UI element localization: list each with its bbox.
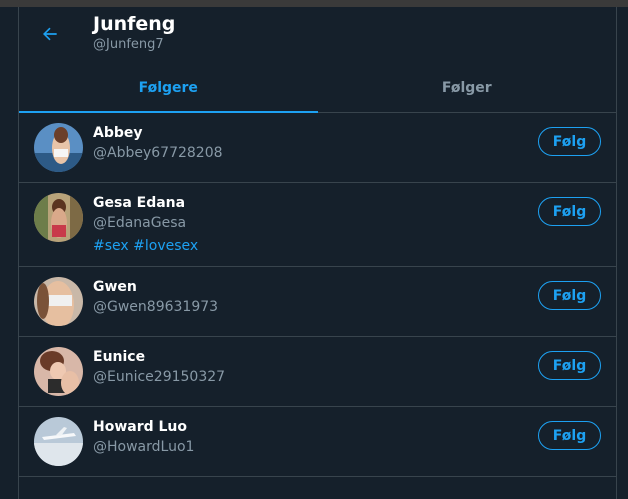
user-bio: #sex #lovesex xyxy=(93,237,198,255)
follow-button[interactable]: Følg xyxy=(538,421,601,450)
avatar[interactable] xyxy=(34,193,83,242)
follow-button[interactable]: Følg xyxy=(538,127,601,156)
hashtag-link[interactable]: #lovesex xyxy=(133,238,198,254)
profile-name: Junfeng xyxy=(93,13,176,35)
avatar[interactable] xyxy=(34,347,83,396)
avatar[interactable] xyxy=(34,277,83,326)
list-item[interactable]: Abbey @Abbey67728208 Følg xyxy=(19,113,616,183)
user-handle: @Eunice29150327 xyxy=(93,369,226,385)
list-item[interactable]: Gwen @Gwen89631973 Følg xyxy=(19,267,616,337)
back-button[interactable] xyxy=(33,17,67,51)
user-handle: @Abbey67728208 xyxy=(93,145,223,161)
user-list: Abbey @Abbey67728208 Følg Gesa Edana @Ed… xyxy=(19,113,616,477)
list-item[interactable]: Howard Luo @HowardLuo1 Følg xyxy=(19,407,616,477)
user-name: Eunice xyxy=(93,349,146,365)
user-handle: @HowardLuo1 xyxy=(93,439,195,455)
user-handle: @EdanaGesa xyxy=(93,215,187,231)
profile-header: Junfeng @Junfeng7 xyxy=(19,7,616,63)
tab-bar: Følgere Følger xyxy=(19,63,616,113)
avatar[interactable] xyxy=(34,417,83,466)
follow-button[interactable]: Følg xyxy=(538,281,601,310)
window-top-bar xyxy=(0,0,628,7)
user-name: Gwen xyxy=(93,279,137,295)
avatar[interactable] xyxy=(34,123,83,172)
user-name: Howard Luo xyxy=(93,419,188,435)
follow-button[interactable]: Følg xyxy=(538,351,601,380)
tab-following[interactable]: Følger xyxy=(318,63,617,112)
hashtag-link[interactable]: #sex xyxy=(93,238,129,254)
user-handle: @Gwen89631973 xyxy=(93,299,219,315)
followers-column: Junfeng @Junfeng7 Følgere Følger Abbey @… xyxy=(18,7,617,499)
tab-followers[interactable]: Følgere xyxy=(19,63,318,113)
profile-handle: @Junfeng7 xyxy=(93,37,164,52)
list-item[interactable]: Eunice @Eunice29150327 Følg xyxy=(19,337,616,407)
follow-button[interactable]: Følg xyxy=(538,197,601,226)
user-name: Abbey xyxy=(93,125,143,141)
user-name: Gesa Edana xyxy=(93,195,186,211)
list-item[interactable]: Gesa Edana @EdanaGesa #sex #lovesex Følg xyxy=(19,183,616,267)
arrow-left-icon xyxy=(43,27,57,41)
